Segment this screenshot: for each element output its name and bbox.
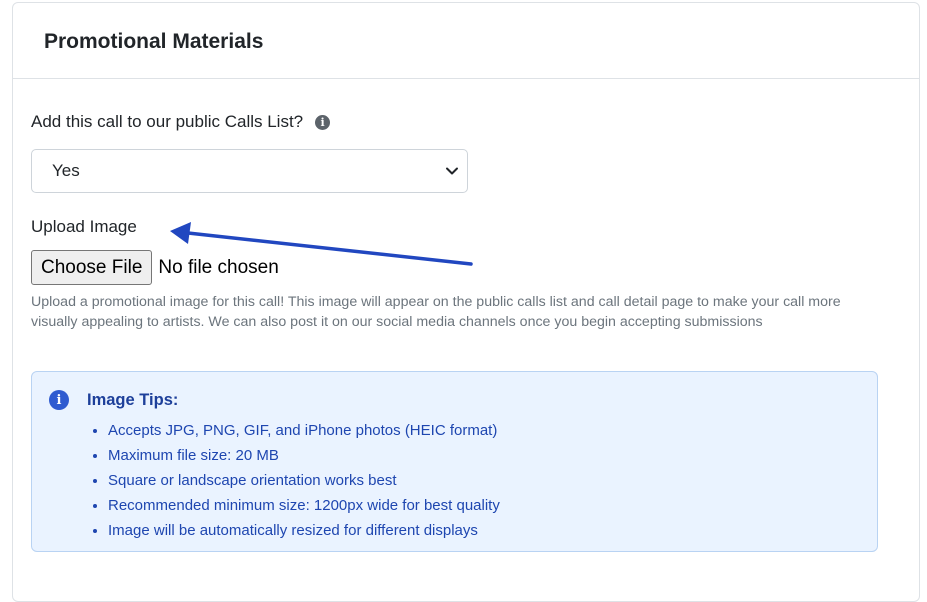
public-list-label: Add this call to our public Calls List? <box>31 112 304 131</box>
file-status-text: No file chosen <box>158 256 279 278</box>
file-input[interactable]: Choose File No file chosen <box>31 250 279 285</box>
chevron-down-icon <box>446 167 458 175</box>
card-header: Promotional Materials <box>13 3 919 79</box>
upload-image-label: Upload Image <box>31 217 137 236</box>
image-tips-list: Accepts JPG, PNG, GIF, and iPhone photos… <box>87 418 500 543</box>
upload-help-text: Upload a promotional image for this call… <box>31 294 841 330</box>
choose-file-button[interactable]: Choose File <box>31 250 153 285</box>
list-item: Image will be automatically resized for … <box>108 518 500 543</box>
list-item: Square or landscape orientation works be… <box>108 468 500 493</box>
public-list-selected-value: Yes <box>52 161 80 180</box>
image-tips-title: Image Tips: <box>87 391 179 409</box>
public-list-label-row: Add this call to our public Calls List? … <box>31 112 331 132</box>
info-circle-icon[interactable]: i <box>315 114 331 130</box>
image-tips-alert: i Image Tips: Accepts JPG, PNG, GIF, and… <box>31 371 878 552</box>
public-list-select[interactable]: Yes <box>31 149 468 193</box>
list-item: Recommended minimum size: 1200px wide fo… <box>108 493 500 518</box>
section-title: Promotional Materials <box>44 30 264 53</box>
list-item: Accepts JPG, PNG, GIF, and iPhone photos… <box>108 418 500 443</box>
list-item: Maximum file size: 20 MB <box>108 443 500 468</box>
info-circle-icon: i <box>49 390 69 410</box>
